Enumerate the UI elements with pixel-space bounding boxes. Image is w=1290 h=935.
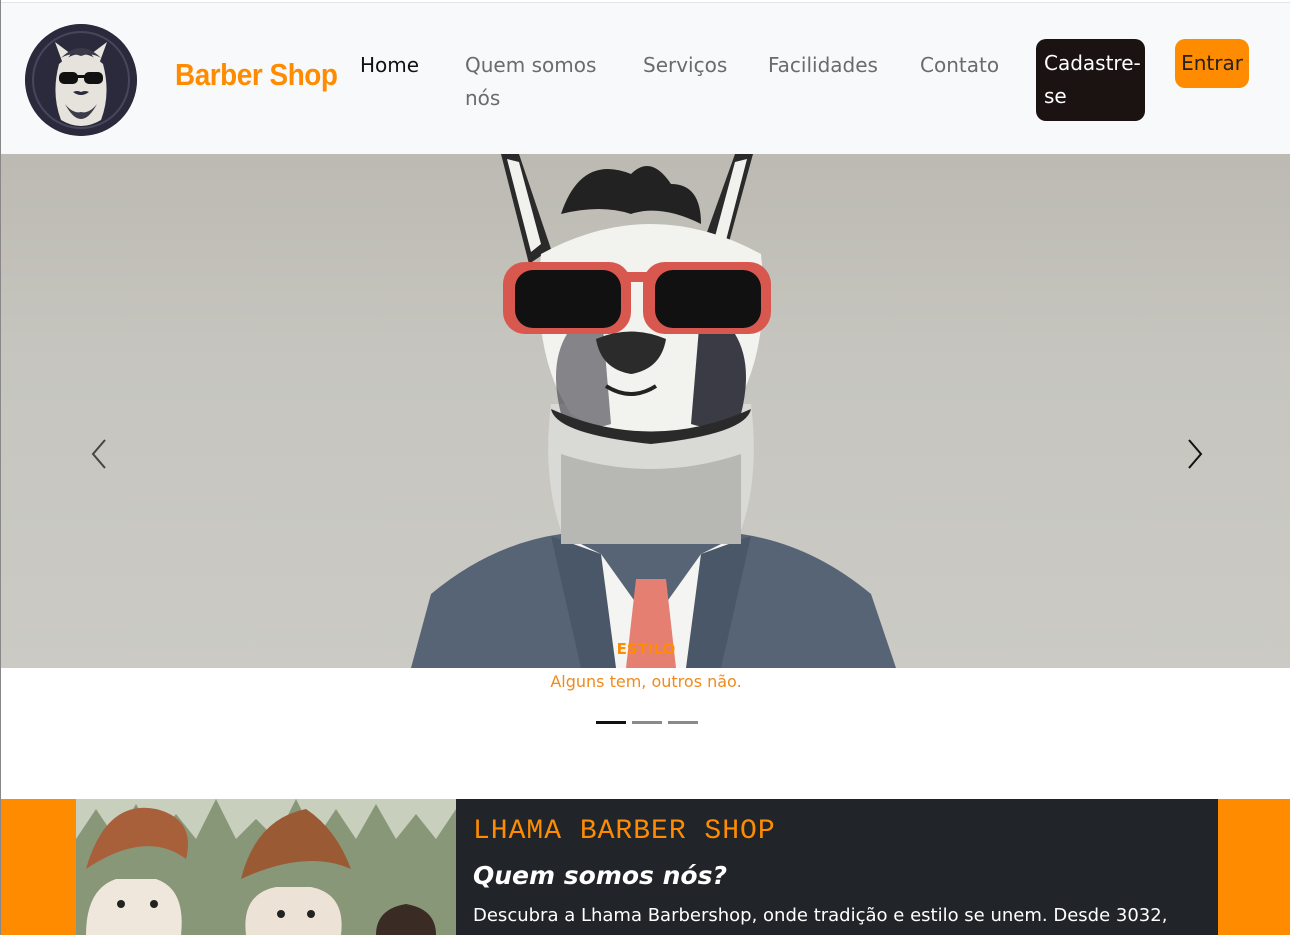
carousel-indicator-3[interactable]	[668, 721, 698, 724]
navbar: Barber Shop Home Quem somos nós Serviços…	[1, 2, 1290, 154]
carousel-indicator-1[interactable]	[596, 721, 626, 724]
about-section: LHAMA BARBER SHOP Quem somos nós? Descub…	[1, 799, 1290, 935]
hero-carousel	[1, 154, 1290, 668]
brand-name[interactable]: Barber Shop	[175, 57, 338, 93]
about-title: Quem somos nós?	[473, 861, 727, 890]
nav-link-servicos[interactable]: Serviços	[643, 49, 727, 82]
chevron-right-icon	[1188, 439, 1203, 469]
login-button[interactable]: Entrar	[1175, 39, 1249, 88]
nav-link-home[interactable]: Home	[360, 49, 419, 82]
llamas-with-hairstyles-image	[76, 799, 456, 935]
about-text: Descubra a Lhama Barbershop, onde tradiç…	[473, 905, 1168, 926]
carousel-indicator-2[interactable]	[632, 721, 662, 724]
carousel-caption-subtitle: Alguns tem, outros não.	[550, 672, 742, 691]
carousel-next-button[interactable]	[1175, 434, 1215, 474]
about-kicker: LHAMA BARBER SHOP	[473, 816, 776, 847]
about-panel: LHAMA BARBER SHOP Quem somos nós? Descub…	[456, 799, 1218, 935]
nav-link-contato[interactable]: Contato	[920, 49, 999, 82]
llama-in-suit-image	[411, 154, 896, 668]
carousel-caption-title: ESTILO	[616, 640, 676, 658]
chevron-left-icon	[91, 439, 106, 469]
signup-button[interactable]: Cadastre-se	[1036, 39, 1145, 121]
nav-link-quem-somos[interactable]: Quem somos nós	[465, 49, 605, 115]
carousel-prev-button[interactable]	[81, 434, 121, 474]
llama-logo[interactable]	[25, 24, 137, 136]
nav-link-facilidades[interactable]: Facilidades	[768, 49, 878, 82]
